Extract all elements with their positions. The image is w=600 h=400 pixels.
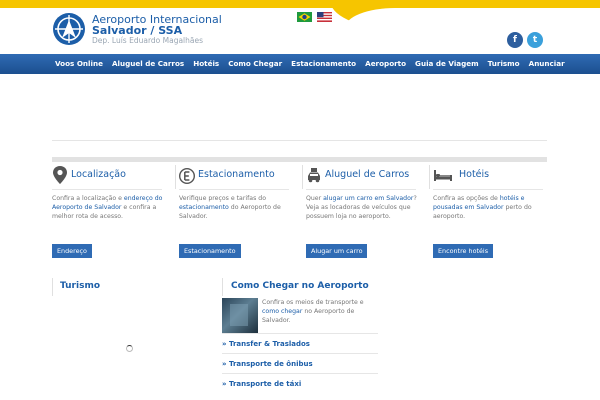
- site-subtitle: Dep. Luís Eduardo Magalhães: [92, 36, 204, 45]
- alugar-carro-button[interactable]: Alugar um carro: [306, 244, 368, 258]
- brazil-flag-icon[interactable]: [297, 12, 312, 22]
- nav-item-estacionamento[interactable]: Estacionamento: [291, 54, 356, 74]
- facebook-icon[interactable]: f: [507, 32, 523, 48]
- onibus-link[interactable]: » Transporte de ônibus: [222, 353, 378, 373]
- banner-divider: [52, 140, 547, 141]
- como-chegar-link[interactable]: como chegar: [262, 308, 302, 315]
- nav-item-como-chegar[interactable]: Como Chegar: [228, 54, 282, 74]
- parking-icon: [179, 168, 195, 184]
- loading-spinner-icon: [126, 345, 133, 352]
- bus-interior-thumbnail[interactable]: [222, 298, 258, 333]
- card-description: Confira as opções de hotéis e pousadas e…: [433, 195, 532, 221]
- map-pin-icon: [53, 166, 67, 184]
- card-estacionamento: Estacionamento Verifique preços e tarifa…: [179, 163, 294, 263]
- como-chegar-description: Confira os meios de transporte e como ch…: [262, 299, 364, 325]
- card-title[interactable]: Localização: [71, 169, 126, 180]
- page: Aeroporto Internacional Salvador / SSA D…: [0, 0, 600, 400]
- turismo-title[interactable]: Turismo: [60, 281, 100, 291]
- card-link[interactable]: estacionamento: [179, 204, 229, 211]
- card-description: Verifique preços e tarifas do estacionam…: [179, 195, 281, 221]
- nav-item-aeroporto[interactable]: Aeroporto: [365, 54, 406, 74]
- card-hoteis: Hotéis Confira as opções de hotéis e pou…: [433, 163, 548, 263]
- nav-item-voos-online[interactable]: Voos Online: [55, 54, 103, 74]
- usa-flag-icon[interactable]: [317, 12, 332, 22]
- card-localizacao: Localização Confira a localização e ende…: [52, 163, 167, 263]
- card-title[interactable]: Estacionamento: [198, 169, 275, 180]
- section-divider-bar: [52, 157, 547, 162]
- transfer-link[interactable]: » Transfer & Traslados: [222, 333, 378, 353]
- card-description: Quer alugar um carro em Salvador? Veja a…: [306, 195, 417, 221]
- main-nav: Voos Online Aluguel de Carros Hotéis Como C…: [0, 54, 600, 74]
- card-title[interactable]: Hotéis: [459, 169, 489, 180]
- twitter-icon[interactable]: t: [527, 32, 543, 48]
- nav-item-guia-de-viagem[interactable]: Guia de Viagem: [415, 54, 479, 74]
- card-title[interactable]: Aluguel de Carros: [325, 169, 409, 180]
- nav-item-turismo[interactable]: Turismo: [488, 54, 520, 74]
- taxi-link[interactable]: » Transporte de táxi: [222, 373, 378, 393]
- nav-item-aluguel-de-carros[interactable]: Aluguel de Carros: [112, 54, 184, 74]
- nav-item-hot-is[interactable]: Hotéis: [193, 54, 219, 74]
- encontre-hoteis-button[interactable]: Encontre hotéis: [433, 244, 494, 258]
- airport-logo-icon[interactable]: [52, 12, 86, 46]
- card-link[interactable]: alugar um carro em Salvador: [323, 195, 413, 202]
- como-chegar-title[interactable]: Como Chegar no Aeroporto: [231, 281, 369, 291]
- car-icon: [308, 168, 320, 183]
- bed-icon: [434, 170, 452, 181]
- estacionamento-button[interactable]: Estacionamento: [179, 244, 241, 258]
- card-description: Confira a localização e endereço do Aero…: [52, 195, 163, 221]
- card-aluguel-de-carros: Aluguel de Carros Quer alugar um carro e…: [306, 163, 421, 263]
- nav-item-anunciar[interactable]: Anunciar: [529, 54, 565, 74]
- header: Aeroporto Internacional Salvador / SSA D…: [0, 0, 600, 54]
- endereco-button[interactable]: Endereço: [52, 244, 92, 258]
